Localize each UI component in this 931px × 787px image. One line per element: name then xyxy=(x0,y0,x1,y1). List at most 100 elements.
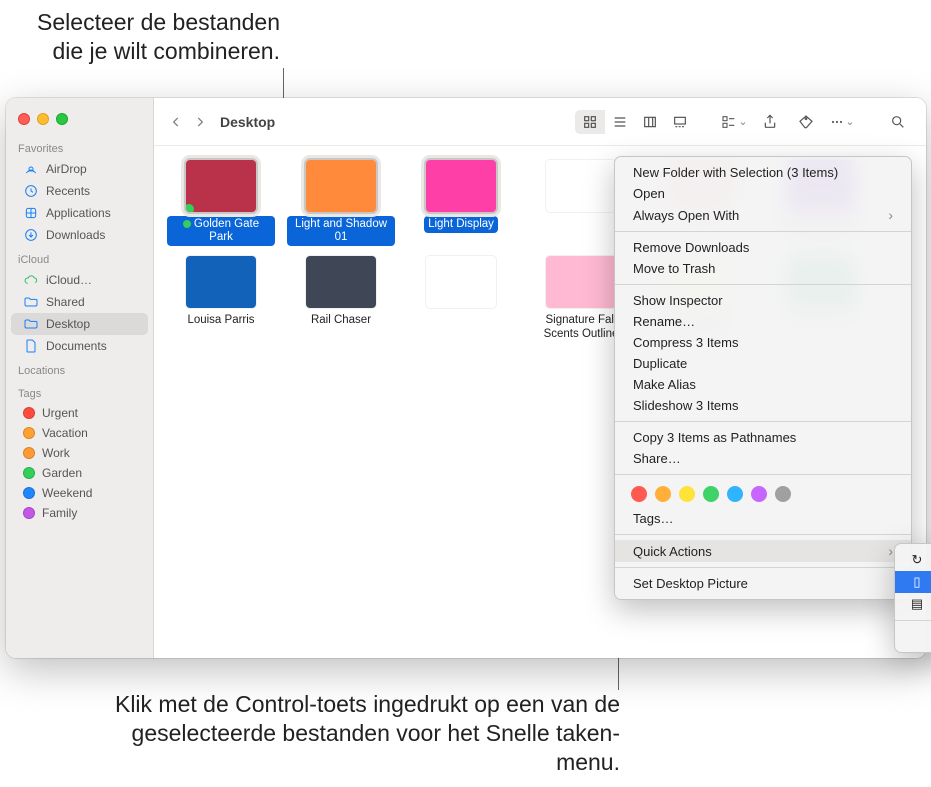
menu-separator xyxy=(615,474,911,475)
sidebar-item-downloads[interactable]: Downloads xyxy=(11,224,148,246)
chevron-right-icon: › xyxy=(888,207,893,223)
file-item[interactable]: Light and Shadow 01 xyxy=(286,160,396,246)
tag-color-button[interactable] xyxy=(727,486,743,502)
more-button[interactable]: ⌄ xyxy=(828,110,856,134)
sidebar: Favorites AirDrop Recents Applications D… xyxy=(6,98,154,658)
tag-dot xyxy=(23,407,35,419)
sidebar-header-favorites: Favorites xyxy=(6,135,153,158)
file-label: Golden Gate Park xyxy=(167,216,275,246)
sidebar-tag-garden[interactable]: Garden xyxy=(11,463,148,483)
menu-item-label: Open xyxy=(633,186,665,201)
file-label: Light Display xyxy=(424,216,498,233)
tag-dot xyxy=(23,507,35,519)
menu-item-label: Tags… xyxy=(633,511,673,526)
group-button[interactable]: ⌄ xyxy=(720,110,748,134)
main-area: Desktop ⌄ ⌄ Golden Gate ParkLight and Sh… xyxy=(154,98,926,658)
search-button[interactable] xyxy=(884,110,912,134)
menu-item[interactable]: Compress 3 Items xyxy=(615,332,911,353)
window-controls xyxy=(6,106,153,135)
sidebar-header-icloud: iCloud xyxy=(6,246,153,269)
sidebar-item-documents[interactable]: Documents xyxy=(11,335,148,357)
clock-icon xyxy=(23,183,39,199)
sidebar-tag-family[interactable]: Family xyxy=(11,503,148,523)
file-item[interactable]: Louisa Parris xyxy=(166,256,276,342)
tag-color-button[interactable] xyxy=(655,486,671,502)
menu-item-label: Share… xyxy=(633,451,681,466)
menu-item[interactable]: New Folder with Selection (3 Items) xyxy=(615,162,911,183)
submenu-item[interactable]: ▤Convert Image xyxy=(895,593,931,615)
view-list-button[interactable] xyxy=(605,110,635,134)
menu-item[interactable]: Slideshow 3 Items xyxy=(615,395,911,416)
zoom-window-button[interactable] xyxy=(56,113,68,125)
rotate-icon: ↻ xyxy=(909,552,925,568)
minimize-window-button[interactable] xyxy=(37,113,49,125)
tag-color-button[interactable] xyxy=(703,486,719,502)
file-item[interactable] xyxy=(406,256,516,342)
quick-actions-submenu: ↻Rotate Right▯Create PDF▤Convert Image Cu… xyxy=(894,543,931,653)
file-item[interactable]: Rail Chaser xyxy=(286,256,396,342)
submenu-item[interactable]: ↻Rotate Right xyxy=(895,549,931,571)
chevron-down-icon: ⌄ xyxy=(738,115,747,128)
sidebar-tag-vacation[interactable]: Vacation xyxy=(11,423,148,443)
tag-color-button[interactable] xyxy=(751,486,767,502)
file-label xyxy=(457,312,465,316)
menu-item[interactable]: Copy 3 Items as Pathnames xyxy=(615,427,911,448)
menu-item[interactable]: Remove Downloads xyxy=(615,237,911,258)
sidebar-item-icloud[interactable]: iCloud… xyxy=(11,269,148,291)
doc-icon xyxy=(23,338,39,354)
file-label xyxy=(577,216,585,220)
menu-item[interactable]: Duplicate xyxy=(615,353,911,374)
tags-button[interactable] xyxy=(792,110,820,134)
convert-icon: ▤ xyxy=(909,596,925,612)
menu-item[interactable]: Always Open With › xyxy=(615,204,911,226)
submenu-item[interactable]: ▯Create PDF xyxy=(895,571,931,593)
menu-item-label: Remove Downloads xyxy=(633,240,749,255)
menu-item[interactable]: Set Desktop Picture xyxy=(615,573,911,594)
view-gallery-button[interactable] xyxy=(665,110,695,134)
menu-item[interactable]: Move to Trash xyxy=(615,258,911,279)
submenu-item[interactable]: Customize… xyxy=(895,626,931,647)
menu-item-label: Make Alias xyxy=(633,377,696,392)
file-item[interactable]: Golden Gate Park xyxy=(166,160,276,246)
sidebar-tag-urgent[interactable]: Urgent xyxy=(11,403,148,423)
menu-item[interactable]: Tags… xyxy=(615,508,911,529)
view-icons-button[interactable] xyxy=(575,110,605,134)
tag-color-button[interactable] xyxy=(631,486,647,502)
file-thumbnail xyxy=(306,160,376,212)
callout-bottom: Klik met de Control-toets ingedrukt op e… xyxy=(80,690,620,776)
file-label: Light and Shadow 01 xyxy=(287,216,395,246)
sidebar-item-label: Weekend xyxy=(42,486,92,500)
menu-item-label: Quick Actions xyxy=(633,544,712,559)
menu-item[interactable]: Share… xyxy=(615,448,911,469)
tag-dot xyxy=(23,467,35,479)
file-item[interactable]: Light Display xyxy=(406,160,516,246)
menu-item[interactable]: Open xyxy=(615,183,911,204)
menu-separator xyxy=(615,534,911,535)
sidebar-tag-weekend[interactable]: Weekend xyxy=(11,483,148,503)
share-button[interactable] xyxy=(756,110,784,134)
sidebar-item-applications[interactable]: Applications xyxy=(11,202,148,224)
pdf-icon: ▯ xyxy=(909,574,925,590)
tag-color-button[interactable] xyxy=(679,486,695,502)
sidebar-item-airdrop[interactable]: AirDrop xyxy=(11,158,148,180)
forward-button[interactable] xyxy=(188,108,212,136)
view-columns-button[interactable] xyxy=(635,110,665,134)
tag-dot xyxy=(23,487,35,499)
menu-item[interactable]: Make Alias xyxy=(615,374,911,395)
back-button[interactable] xyxy=(164,108,188,136)
sidebar-tag-work[interactable]: Work xyxy=(11,443,148,463)
menu-item[interactable]: Quick Actions › xyxy=(615,540,911,562)
chevron-down-icon: ⌄ xyxy=(845,115,854,128)
sidebar-item-label: Vacation xyxy=(42,426,88,440)
sidebar-item-recents[interactable]: Recents xyxy=(11,180,148,202)
menu-item[interactable]: Rename… xyxy=(615,311,911,332)
menu-item[interactable]: Show Inspector xyxy=(615,290,911,311)
chevron-right-icon: › xyxy=(888,543,893,559)
sidebar-item-label: Desktop xyxy=(46,317,90,331)
close-window-button[interactable] xyxy=(18,113,30,125)
sidebar-item-shared[interactable]: Shared xyxy=(11,291,148,313)
file-thumbnail xyxy=(306,256,376,308)
sidebar-item-desktop[interactable]: Desktop xyxy=(11,313,148,335)
menu-item-label: Always Open With xyxy=(633,208,739,223)
tag-color-button[interactable] xyxy=(775,486,791,502)
